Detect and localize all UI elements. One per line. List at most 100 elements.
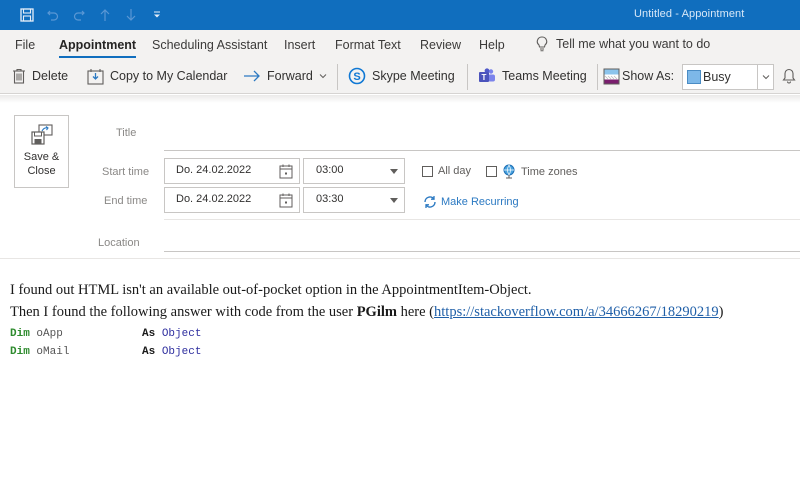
skype-icon: S xyxy=(348,67,366,85)
copy-to-calendar-button[interactable]: Copy to My Calendar xyxy=(87,65,227,87)
ribbon-divider xyxy=(467,64,468,90)
reminder-button[interactable] xyxy=(782,65,796,87)
delete-label: Delete xyxy=(32,69,69,83)
teams-meeting-label: Teams Meeting xyxy=(502,69,587,83)
forward-label: Forward xyxy=(267,69,313,83)
end-time-value: 03:30 xyxy=(316,193,344,205)
show-as-dropdown[interactable]: Busy xyxy=(682,64,774,90)
show-as-label: Show As: xyxy=(622,69,675,83)
ribbon-shadow xyxy=(0,95,800,103)
ribbon-divider xyxy=(337,64,338,90)
teams-icon: T xyxy=(479,68,495,82)
time-zones-label: Time zones xyxy=(521,165,578,178)
save-and-close-button[interactable]: Save & Close xyxy=(14,115,69,188)
start-time-label: Start time xyxy=(102,166,150,178)
variable-name: oMail xyxy=(29,346,143,358)
start-time-dropdown[interactable]: 03:00 xyxy=(303,158,405,184)
tab-scheduling-assistant[interactable]: Scheduling Assistant xyxy=(152,38,267,52)
ribbon-divider xyxy=(597,64,598,90)
calendar-icon[interactable] xyxy=(279,164,293,179)
save-icon[interactable] xyxy=(14,6,40,24)
code-line: Dim oMail As Object xyxy=(10,343,800,361)
trash-icon xyxy=(13,68,25,84)
tab-appointment[interactable]: Appointment xyxy=(59,38,137,58)
redo-icon[interactable] xyxy=(66,6,92,24)
all-day-checkbox[interactable]: All day xyxy=(422,165,471,177)
username: PGilm xyxy=(356,304,397,320)
type-name: Object xyxy=(155,346,202,358)
end-time-dropdown[interactable]: 03:30 xyxy=(303,187,405,213)
start-date-input[interactable]: Do. 24.02.2022 xyxy=(164,158,300,184)
title-input[interactable] xyxy=(164,150,800,151)
tab-format-text[interactable]: Format Text xyxy=(335,38,401,52)
code-line: Dim oApp As Object xyxy=(10,325,800,343)
tell-me-text: Tell me what you want to do xyxy=(556,37,711,51)
keyword-dim: Dim xyxy=(10,346,30,358)
divider xyxy=(164,219,800,220)
time-zones-checkbox[interactable]: Time zones xyxy=(486,164,577,179)
type-name: Object xyxy=(155,328,202,340)
bell-icon xyxy=(782,68,796,84)
tab-insert[interactable]: Insert xyxy=(284,38,315,52)
show-as-icon xyxy=(603,68,620,84)
dropdown-arrow-icon xyxy=(390,198,398,203)
location-label: Location xyxy=(98,237,140,249)
checkbox-box[interactable] xyxy=(422,165,433,177)
stackoverflow-link[interactable]: https://stackoverflow.com/a/34666267/182… xyxy=(434,304,719,320)
text: here ( xyxy=(396,304,435,320)
show-as-label-group: Show As: xyxy=(603,65,674,87)
svg-text:S: S xyxy=(353,71,360,83)
dropdown-arrow-icon xyxy=(390,169,398,174)
text: Then I found the following answer with c… xyxy=(10,304,357,320)
make-recurring-button[interactable]: Make Recurring xyxy=(423,195,519,209)
skype-meeting-button[interactable]: S Skype Meeting xyxy=(348,65,455,87)
globe-icon xyxy=(503,164,515,179)
ribbon: Delete Copy to My Calendar Forward S Sky… xyxy=(0,60,800,94)
busy-color-swatch xyxy=(687,70,701,84)
forward-button[interactable]: Forward xyxy=(243,65,327,87)
all-day-label: All day xyxy=(438,165,472,177)
make-recurring-label: Make Recurring xyxy=(441,196,519,208)
undo-icon[interactable] xyxy=(40,6,66,24)
text: ) xyxy=(718,304,724,320)
location-input[interactable] xyxy=(164,251,800,252)
copy-to-calendar-label: Copy to My Calendar xyxy=(110,69,228,83)
end-date-input[interactable]: Do. 24.02.2022 xyxy=(164,187,300,213)
chevron-down-icon xyxy=(762,75,769,80)
save-close-icon xyxy=(30,124,53,145)
checkbox-box[interactable] xyxy=(486,166,497,177)
keyword-as: As xyxy=(142,328,156,340)
lightbulb-icon xyxy=(536,36,548,52)
tab-review[interactable]: Review xyxy=(420,38,461,52)
end-date-value: Do. 24.02.2022 xyxy=(176,193,252,205)
message-body[interactable]: I found out HTML isn't an available out-… xyxy=(10,279,800,361)
show-as-value: Busy xyxy=(703,70,731,84)
start-date-value: Do. 24.02.2022 xyxy=(176,164,252,176)
svg-text:T: T xyxy=(482,73,487,82)
delete-button[interactable]: Delete xyxy=(12,65,68,87)
show-as-dropdown-toggle[interactable] xyxy=(757,65,773,89)
tab-file[interactable]: File xyxy=(15,38,35,52)
body-paragraph-2: Then I found the following answer with c… xyxy=(10,301,800,323)
up-arrow-icon[interactable] xyxy=(92,6,118,24)
forward-arrow-icon xyxy=(244,70,260,82)
save-close-label: Save & Close xyxy=(23,151,60,177)
customize-qat-icon[interactable] xyxy=(144,6,170,24)
calendar-icon[interactable] xyxy=(279,193,293,208)
title-bar: Untitled - Appointment xyxy=(0,0,800,30)
tab-help[interactable]: Help xyxy=(479,38,505,52)
tell-me-search[interactable]: Tell me what you want to do xyxy=(536,36,710,52)
body-paragraph-1: I found out HTML isn't an available out-… xyxy=(10,282,532,298)
start-time-value: 03:00 xyxy=(316,164,344,176)
chevron-down-icon xyxy=(319,74,327,79)
teams-meeting-button[interactable]: T Teams Meeting xyxy=(478,65,587,87)
title-label: Title xyxy=(116,127,137,139)
window-title: Untitled - Appointment xyxy=(634,8,745,20)
calendar-copy-icon xyxy=(87,68,104,85)
menu-tabs: File Appointment Scheduling Assistant In… xyxy=(0,30,800,60)
quick-access-toolbar xyxy=(14,6,170,24)
keyword-dim: Dim xyxy=(10,328,30,340)
skype-meeting-label: Skype Meeting xyxy=(372,69,455,83)
variable-name: oApp xyxy=(29,328,143,340)
down-arrow-icon[interactable] xyxy=(118,6,144,24)
